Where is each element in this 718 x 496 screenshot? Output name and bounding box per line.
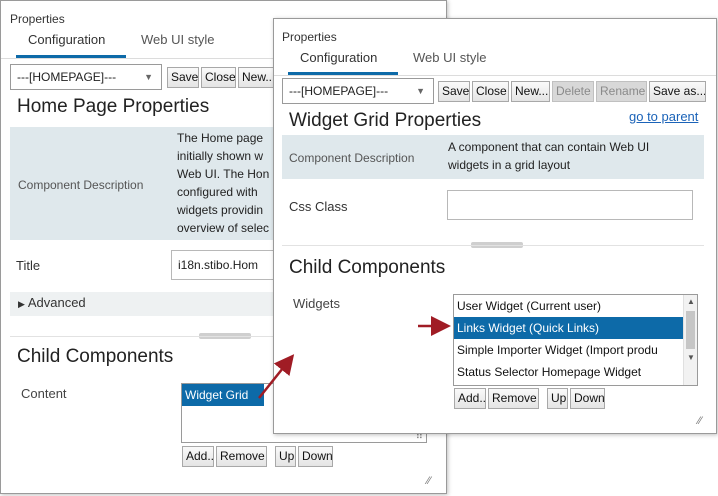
component-description-label: Component Description xyxy=(18,178,144,192)
save-as-button[interactable]: Save as... xyxy=(649,81,706,102)
component-selector-value: ---[HOMEPAGE]--- xyxy=(17,70,117,84)
save-button[interactable]: Save xyxy=(167,67,199,88)
component-description-line: widgets in a grid layout xyxy=(448,158,571,172)
dropdown-caret-icon: ▼ xyxy=(144,72,153,82)
component-description-line: configured with xyxy=(177,185,258,199)
component-selector[interactable]: ---[HOMEPAGE]--- ▼ xyxy=(10,64,162,90)
component-description-line: overview of selec xyxy=(177,221,270,235)
scrollbar-thumb[interactable] xyxy=(686,311,695,349)
tab-separator xyxy=(274,75,716,76)
section-divider xyxy=(282,245,704,246)
component-selector-value: ---[HOMEPAGE]--- xyxy=(289,84,389,98)
component-description-label: Component Description xyxy=(289,151,415,165)
rename-button[interactable]: Rename xyxy=(596,81,647,102)
scroll-down-icon[interactable]: ▼ xyxy=(684,353,697,362)
resize-grip-icon[interactable]: ⁄⁄ xyxy=(427,475,431,487)
page-heading: Widget Grid Properties xyxy=(289,110,482,131)
list-item[interactable]: Status Selector Homepage Widget xyxy=(454,361,683,383)
delete-button[interactable]: Delete xyxy=(552,81,594,102)
list-item-selected[interactable]: Links Widget (Quick Links) xyxy=(454,317,683,339)
resize-grip-icon[interactable]: ⁄⁄ xyxy=(698,415,702,427)
component-description-line: widgets providin xyxy=(177,203,264,217)
new-button[interactable]: New... xyxy=(511,81,550,102)
close-button[interactable]: Close xyxy=(201,67,236,88)
page-heading: Home Page Properties xyxy=(17,96,210,117)
close-button[interactable]: Close xyxy=(472,81,509,102)
remove-button[interactable]: Remove xyxy=(216,446,267,467)
move-up-button[interactable]: Up xyxy=(275,446,296,467)
widgets-listbox[interactable]: User Widget (Current user) Links Widget … xyxy=(453,294,698,386)
add-button[interactable]: Add.. xyxy=(454,388,486,409)
panel-title: Properties xyxy=(282,30,337,44)
widgets-label: Widgets xyxy=(293,296,340,311)
save-button[interactable]: Save xyxy=(438,81,470,102)
tab-web-ui-style[interactable]: Web UI style xyxy=(413,50,486,65)
child-components-heading: Child Components xyxy=(17,346,174,367)
scroll-up-icon[interactable]: ▲ xyxy=(684,297,697,306)
widget-grid-properties-panel: Properties Configuration Web UI style --… xyxy=(273,18,717,434)
content-label: Content xyxy=(21,386,67,401)
css-class-field[interactable] xyxy=(447,190,693,220)
component-description-line: The Home page xyxy=(177,131,264,145)
new-button[interactable]: New... xyxy=(238,67,274,88)
title-field-value: i18n.stibo.Hom xyxy=(178,258,259,272)
remove-button[interactable]: Remove xyxy=(488,388,539,409)
tab-web-ui-style[interactable]: Web UI style xyxy=(141,32,214,47)
go-to-parent-link[interactable]: go to parent xyxy=(629,109,698,124)
list-item[interactable]: Simple Importer Widget (Import produ xyxy=(454,339,683,361)
list-item[interactable]: User Widget (Current user) xyxy=(454,295,683,317)
advanced-label: Advanced xyxy=(27,295,86,310)
dropdown-caret-icon: ▼ xyxy=(416,86,425,96)
move-up-button[interactable]: Up xyxy=(547,388,568,409)
list-item[interactable]: Widget Grid xyxy=(182,384,264,406)
component-description-line: Web UI. The Hon xyxy=(177,167,270,181)
tab-configuration[interactable]: Configuration xyxy=(300,50,377,65)
component-selector[interactable]: ---[HOMEPAGE]--- ▼ xyxy=(282,78,434,104)
move-down-button[interactable]: Down xyxy=(570,388,605,409)
css-class-label: Css Class xyxy=(289,199,348,214)
component-description-line: initially shown w xyxy=(177,149,264,163)
tab-configuration[interactable]: Configuration xyxy=(28,32,105,47)
move-down-button[interactable]: Down xyxy=(298,446,333,467)
add-button[interactable]: Add.. xyxy=(182,446,214,467)
child-components-heading: Child Components xyxy=(289,257,446,278)
panel-title: Properties xyxy=(10,12,65,26)
title-label: Title xyxy=(16,258,41,273)
vertical-scrollbar[interactable]: ▲ ▼ xyxy=(683,295,697,385)
component-description-line: A component that can contain Web UI xyxy=(448,140,650,154)
expand-triangle-icon: ▶ xyxy=(18,299,25,309)
